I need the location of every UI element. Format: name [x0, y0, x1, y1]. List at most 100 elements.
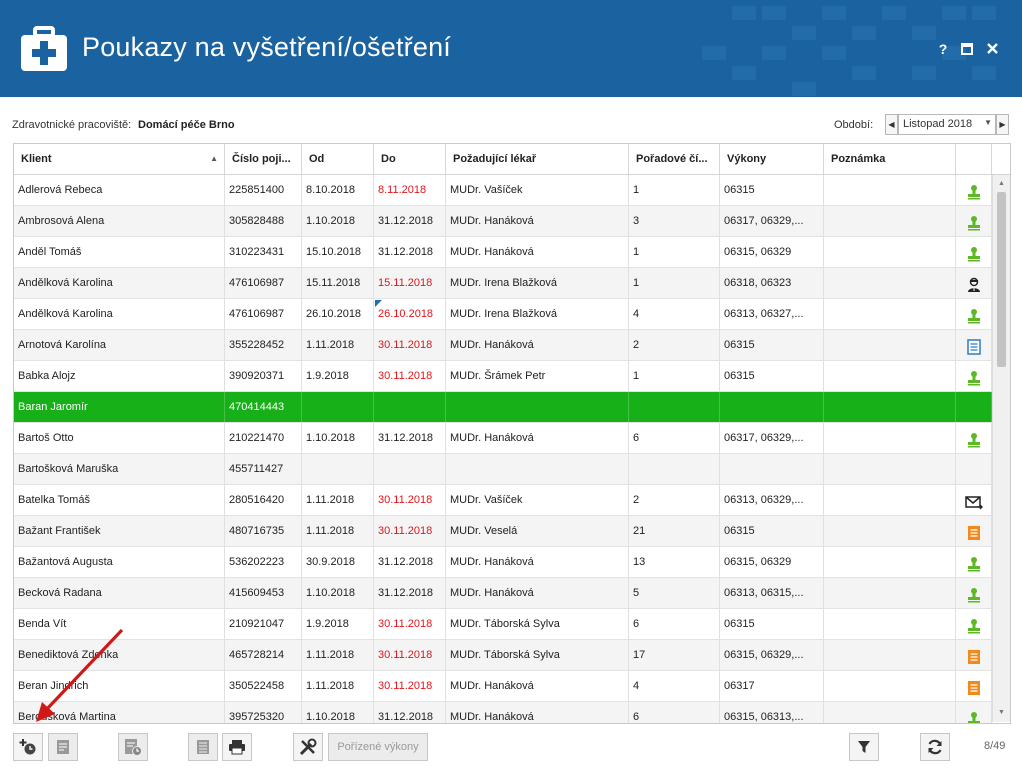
cell-procedures[interactable]: 06315, 06329	[720, 547, 824, 577]
cell-client[interactable]: Andělková Karolina	[14, 299, 225, 329]
doctor-icon[interactable]	[966, 275, 982, 298]
cell-from[interactable]: 1.9.2018	[302, 361, 374, 391]
col-client-header[interactable]: Klient ▲	[14, 144, 225, 174]
cell-client[interactable]: Ambrosová Alena	[14, 206, 225, 236]
cell-insurance[interactable]: 395725320	[225, 702, 302, 723]
col-note-header[interactable]: Poznámka	[824, 144, 956, 174]
cell-note[interactable]	[824, 237, 956, 267]
cell-order[interactable]: 1	[629, 361, 720, 391]
cell-from[interactable]	[302, 454, 374, 484]
cell-to[interactable]: 31.12.2018	[374, 702, 446, 723]
cell-note[interactable]	[824, 423, 956, 453]
cell-note[interactable]	[824, 640, 956, 670]
cell-insurance[interactable]: 455711427	[225, 454, 302, 484]
cell-order[interactable]: 1	[629, 268, 720, 298]
cell-from[interactable]: 1.11.2018	[302, 516, 374, 546]
cell-doctor[interactable]: MUDr. Hanáková	[446, 578, 629, 608]
cell-to[interactable]	[374, 454, 446, 484]
refresh-button[interactable]	[920, 733, 950, 761]
cell-insurance[interactable]: 536202223	[225, 547, 302, 577]
cell-to[interactable]: 30.11.2018	[374, 671, 446, 701]
maximize-button[interactable]	[958, 40, 976, 58]
cell-to[interactable]: 31.12.2018	[374, 547, 446, 577]
table-row[interactable]: Bartošková Maruška 455711427	[14, 454, 992, 485]
cell-from[interactable]: 15.10.2018	[302, 237, 374, 267]
col-to-header[interactable]: Do	[374, 144, 446, 174]
cell-to[interactable]: 31.12.2018	[374, 206, 446, 236]
cell-to[interactable]: 30.11.2018	[374, 361, 446, 391]
cell-insurance[interactable]: 390920371	[225, 361, 302, 391]
tools-button[interactable]	[293, 733, 323, 761]
col-procedures-header[interactable]: Výkony	[720, 144, 824, 174]
period-prev-button[interactable]: ◀	[885, 114, 898, 135]
cell-status[interactable]	[956, 268, 992, 298]
cell-procedures[interactable]: 06313, 06315,...	[720, 578, 824, 608]
stamp-icon[interactable]	[966, 213, 982, 236]
cell-procedures[interactable]	[720, 392, 824, 422]
table-row[interactable]: Adlerová Rebeca 225851400 8.10.2018 8.11.20…	[14, 175, 992, 206]
col-insurance-header[interactable]: Číslo poji...	[225, 144, 302, 174]
cell-procedures[interactable]: 06313, 06327,...	[720, 299, 824, 329]
vertical-scrollbar[interactable]: ▲ ▼	[992, 175, 1010, 722]
recorded-procedures-button[interactable]: Pořízené výkony	[328, 733, 428, 761]
cell-from[interactable]: 1.10.2018	[302, 702, 374, 723]
cell-from[interactable]: 1.11.2018	[302, 330, 374, 360]
cell-insurance[interactable]: 350522458	[225, 671, 302, 701]
cell-note[interactable]	[824, 702, 956, 723]
cell-order[interactable]: 6	[629, 702, 720, 723]
cell-procedures[interactable]: 06315, 06329	[720, 237, 824, 267]
cell-order[interactable]: 17	[629, 640, 720, 670]
cell-order[interactable]	[629, 454, 720, 484]
cell-to[interactable]: 15.11.2018	[374, 268, 446, 298]
cell-client[interactable]: Beran Jindřich	[14, 671, 225, 701]
print-button[interactable]	[222, 733, 252, 761]
cell-status[interactable]	[956, 609, 992, 639]
table-row[interactable]: Beroušková Martina 395725320 1.10.2018 31.1…	[14, 702, 992, 723]
cell-from[interactable]: 1.10.2018	[302, 423, 374, 453]
cell-insurance[interactable]: 310223431	[225, 237, 302, 267]
cell-doctor[interactable]	[446, 392, 629, 422]
cell-to[interactable]: 26.10.2018	[374, 299, 446, 329]
cell-order[interactable]: 1	[629, 175, 720, 205]
cell-procedures[interactable]: 06315	[720, 175, 824, 205]
col-doctor-header[interactable]: Požadující lékař	[446, 144, 629, 174]
table-row[interactable]: Bažant František 480716735 1.11.2018 30.11.…	[14, 516, 992, 547]
cell-order[interactable]: 21	[629, 516, 720, 546]
cell-doctor[interactable]	[446, 454, 629, 484]
cell-procedures[interactable]: 06317, 06329,...	[720, 206, 824, 236]
stamp-icon[interactable]	[966, 616, 982, 639]
cell-doctor[interactable]: MUDr. Hanáková	[446, 423, 629, 453]
cell-client[interactable]: Bažant František	[14, 516, 225, 546]
cell-procedures[interactable]: 06315, 06313,...	[720, 702, 824, 723]
cell-note[interactable]	[824, 268, 956, 298]
cell-order[interactable]: 13	[629, 547, 720, 577]
table-row[interactable]: Bažantová Augusta 536202223 30.9.2018 31.12…	[14, 547, 992, 578]
cell-client[interactable]: Baran Jaromír	[14, 392, 225, 422]
cell-doctor[interactable]: MUDr. Hanáková	[446, 330, 629, 360]
cell-order[interactable]: 5	[629, 578, 720, 608]
table-row[interactable]: Andělková Karolina 476106987 15.11.2018 15.…	[14, 268, 992, 299]
cell-to[interactable]: 30.11.2018	[374, 609, 446, 639]
cell-from[interactable]: 1.11.2018	[302, 640, 374, 670]
cell-from[interactable]: 1.11.2018	[302, 671, 374, 701]
cell-status[interactable]	[956, 237, 992, 267]
table-row[interactable]: Becková Radana 415609453 1.10.2018 31.12.20…	[14, 578, 992, 609]
cell-client[interactable]: Adlerová Rebeca	[14, 175, 225, 205]
cell-order[interactable]: 6	[629, 423, 720, 453]
cell-note[interactable]	[824, 609, 956, 639]
table-row[interactable]: Bartoš Otto 210221470 1.10.2018 31.12.2018 M…	[14, 423, 992, 454]
cell-doctor[interactable]: MUDr. Veselá	[446, 516, 629, 546]
cell-status[interactable]	[956, 175, 992, 205]
cell-note[interactable]	[824, 175, 956, 205]
cell-from[interactable]: 30.9.2018	[302, 547, 374, 577]
stamp-icon[interactable]	[966, 585, 982, 608]
cell-from[interactable]: 15.11.2018	[302, 268, 374, 298]
cell-client[interactable]: Bartošková Maruška	[14, 454, 225, 484]
cell-to[interactable]: 30.11.2018	[374, 485, 446, 515]
document-icon[interactable]	[966, 337, 981, 360]
cell-order[interactable]: 6	[629, 609, 720, 639]
cell-status[interactable]	[956, 423, 992, 453]
cell-from[interactable]: 1.10.2018	[302, 206, 374, 236]
scroll-down-icon[interactable]: ▼	[993, 706, 1010, 720]
cell-status[interactable]	[956, 485, 992, 515]
